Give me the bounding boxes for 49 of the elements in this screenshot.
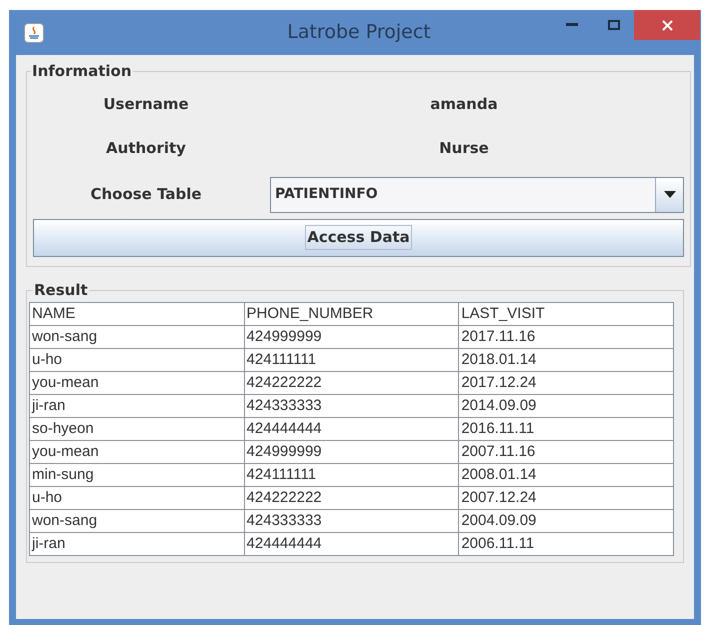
table-cell: 2017.12.24	[458, 372, 674, 394]
table-cell: you-mean	[30, 372, 244, 394]
table-cell: ji-ran	[30, 532, 244, 556]
column-header[interactable]: PHONE_NUMBER	[244, 302, 459, 326]
table-cell: won-sang	[30, 510, 244, 532]
access-data-button[interactable]: Access Data	[33, 218, 684, 256]
table-cell: 424999999	[244, 326, 459, 348]
field-label: Choose Table	[89, 184, 203, 206]
table-cell: 424444444	[244, 418, 459, 440]
table-cell: you-mean	[30, 440, 244, 464]
table-cell: 424111111	[244, 464, 459, 486]
table-cell: 2008.01.14	[458, 464, 674, 486]
column-header[interactable]: LAST_VISIT	[458, 302, 674, 326]
table-cell: 2007.11.16	[458, 440, 674, 464]
table-cell: u-ho	[30, 348, 244, 372]
table-cell: 2017.11.16	[458, 326, 674, 348]
column-header[interactable]: NAME	[30, 302, 244, 326]
close-icon	[662, 20, 672, 30]
table-cell: min-sung	[30, 464, 244, 486]
field-value: amanda	[429, 94, 499, 116]
table-cell: ji-ran	[30, 394, 244, 418]
window-title: Latrobe Project	[286, 20, 432, 46]
table-cell: 2004.09.09	[458, 510, 674, 532]
table-cell: 424222222	[244, 372, 459, 394]
table-cell: 424333333	[244, 510, 459, 532]
table-cell: 424111111	[244, 348, 459, 372]
table-cell: so-hyeon	[30, 418, 244, 440]
field-label: Authority	[105, 138, 187, 160]
table-cell: 2018.01.14	[458, 348, 674, 372]
table-cell: 2007.12.24	[458, 486, 674, 510]
table-cell: won-sang	[30, 326, 244, 348]
group-title: Result	[33, 280, 89, 301]
table-cell: 2006.11.11	[458, 532, 674, 556]
table-cell: 424444444	[244, 532, 459, 556]
minimize-icon	[566, 23, 578, 27]
close-button[interactable]	[634, 10, 700, 40]
group-title: Information	[31, 61, 133, 82]
table-cell: 424222222	[244, 486, 459, 510]
app-icon	[24, 22, 44, 42]
table-dropdown[interactable]: PATIENTINFO	[270, 176, 684, 212]
field-value: Nurse	[438, 138, 490, 160]
table-cell: 2016.11.11	[458, 418, 674, 440]
maximize-icon	[608, 20, 620, 30]
table-cell: 424999999	[244, 440, 459, 464]
field-label: Username	[102, 94, 190, 116]
table-cell: 2014.09.09	[458, 394, 674, 418]
table-cell: u-ho	[30, 486, 244, 510]
table-cell: 424333333	[244, 394, 459, 418]
caret-icon	[664, 191, 676, 198]
